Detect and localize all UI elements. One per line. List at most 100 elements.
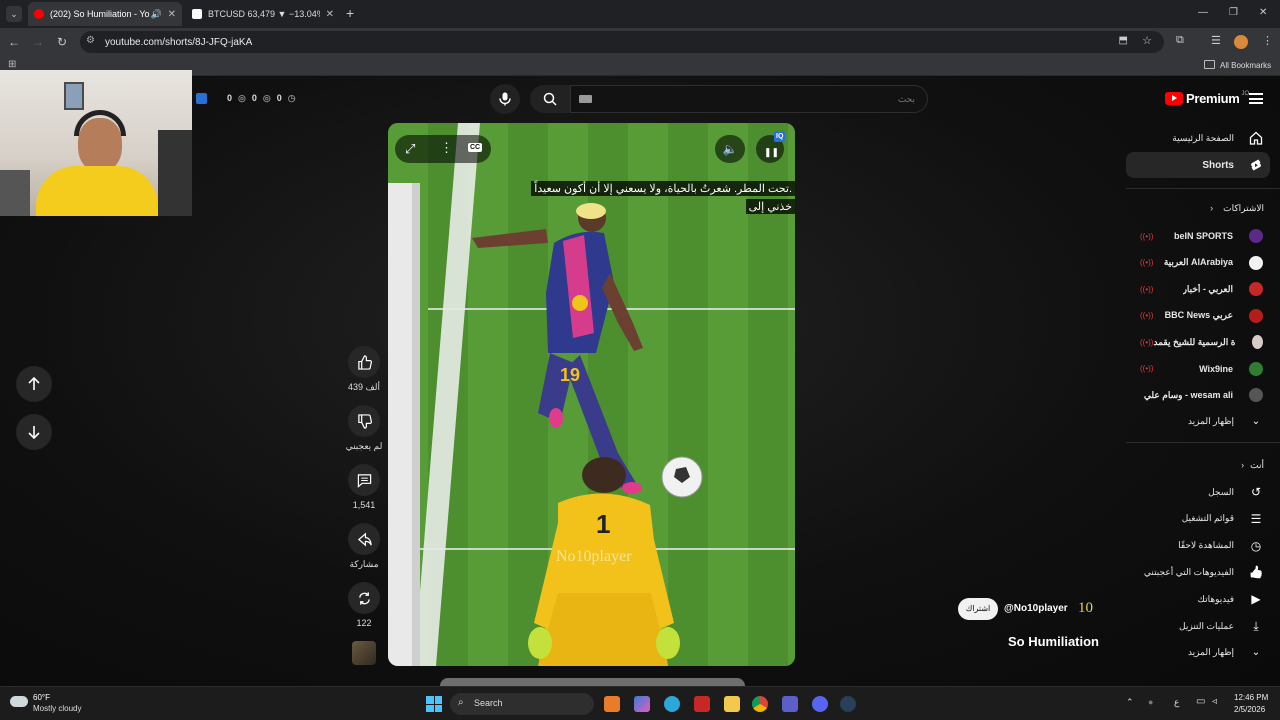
sidebar-subscription[interactable]: ((•)) beIN SPORTS — [1126, 224, 1280, 248]
tab-close-icon[interactable]: ✕ — [326, 9, 334, 20]
show-more-subscriptions[interactable]: إظهار المزيد ⌄ — [1126, 409, 1280, 433]
mic-tray-icon[interactable]: ● — [1148, 697, 1153, 707]
sidebar-you-item[interactable]: المشاهدة لاحقًا ◷ — [1126, 534, 1280, 558]
channel-badge[interactable]: 10 — [1078, 600, 1093, 617]
language-indicator[interactable]: ع — [1174, 697, 1179, 708]
sidebar-item-label: قوائم التشغيل — [1181, 513, 1234, 524]
clock-date[interactable]: 2/5/2026 — [1234, 705, 1265, 714]
extensions-icon[interactable]: ⧉ — [1176, 34, 1184, 47]
discord-icon[interactable] — [812, 696, 828, 712]
arrow-down-icon — [28, 426, 40, 439]
cc-button[interactable]: CC — [468, 143, 483, 152]
channel-name: العربية AlArabiya — [1163, 257, 1233, 267]
search-button[interactable] — [530, 85, 570, 113]
subscribe-button[interactable]: اشتراك — [958, 598, 998, 620]
sidebar-item-home[interactable]: الصفحة الرئيسية — [1126, 126, 1280, 150]
channel-avatar — [1249, 361, 1263, 376]
channel-handle[interactable]: @No10player — [1004, 603, 1068, 614]
remix-icon — [358, 591, 370, 605]
sidebar-subscription[interactable]: ((•)) العربي - أخبار — [1126, 277, 1280, 301]
browser-menu-icon[interactable]: ⋮ — [1262, 34, 1273, 47]
bookmark-star-icon[interactable]: ☆ — [1142, 34, 1152, 47]
sidebar-item-shorts[interactable]: Shorts — [1126, 152, 1270, 178]
subscriptions-header[interactable]: › الاشتراكات — [1126, 196, 1280, 220]
taskbar-search[interactable]: ⌕ Search — [450, 693, 594, 715]
apps-grid-icon[interactable]: ⊞ — [8, 59, 16, 70]
clock-time[interactable]: 12:46 PM — [1234, 693, 1268, 702]
search-icon: ⌕ — [458, 697, 464, 708]
sidebar-subscription[interactable]: ((•))القناة الرسمية للشيخ يقمد... — [1126, 330, 1280, 354]
youtube-premium-logo[interactable]: Premium JO — [1165, 91, 1249, 106]
steam-icon[interactable] — [840, 696, 856, 712]
omnibox[interactable]: ⚙ youtube.com/shorts/8J-JFQ-jaKA ⬒ ☆ — [80, 31, 1164, 53]
new-tab-button[interactable]: + — [346, 5, 354, 21]
hamburger-menu-icon[interactable] — [1249, 93, 1263, 104]
next-short-button[interactable] — [16, 414, 52, 450]
sidebar-subscription[interactable]: ((•)) Wix9ine — [1126, 357, 1280, 381]
iq-extension-badge[interactable]: IQ — [774, 131, 786, 142]
edge-icon[interactable] — [664, 696, 680, 712]
live-indicator-icon: ((•)) — [1140, 258, 1154, 267]
channel-name: BBC News عربي — [1164, 310, 1233, 320]
back-icon[interactable]: ← — [6, 34, 22, 50]
shorts-video-player[interactable]: 1 19 No10player ⤢ ⋮ CC 🔈 IQ ❚❚ تحت المطر… — [388, 123, 795, 666]
like-button[interactable] — [348, 346, 380, 378]
sidebar-you-item[interactable]: السجل ↺ — [1126, 480, 1280, 504]
close-window-button[interactable]: ✕ — [1259, 7, 1267, 18]
volume-tray-icon[interactable]: ◃ — [1212, 696, 1217, 707]
file-explorer-icon[interactable] — [724, 696, 740, 712]
sidebar-subscription[interactable]: ((•)) العربية AlArabiya — [1126, 251, 1280, 275]
sidebar-you-item[interactable]: عمليات التنزيل ⤓ — [1126, 614, 1280, 638]
network-icon[interactable]: ▭ — [1196, 696, 1205, 707]
clock-icon: ◷ — [1250, 538, 1262, 553]
tab-btc[interactable]: BTCUSD 63,479 ▼ −13.04% ab ✕ — [186, 2, 340, 26]
show-more-you[interactable]: إظهار المزيد ⌄ — [1126, 640, 1280, 664]
tab-audio-icon[interactable]: 🔊 — [151, 9, 162, 20]
previous-short-button[interactable] — [16, 366, 52, 402]
sidebar-subscription[interactable]: وسام علي - wesam ali — [1126, 383, 1280, 407]
more-options-icon[interactable]: ⋮ — [440, 140, 453, 156]
forward-icon[interactable]: → — [30, 34, 46, 50]
tab-close-icon[interactable]: ✕ — [168, 9, 176, 20]
live-indicator-icon: ((•)) — [1140, 364, 1154, 373]
profile-avatar[interactable] — [1234, 35, 1248, 49]
teams-icon[interactable] — [782, 696, 798, 712]
minimize-button[interactable]: — — [1198, 7, 1208, 18]
comments-button[interactable] — [348, 464, 380, 496]
copilot-icon[interactable] — [634, 696, 650, 712]
site-info-icon[interactable]: ⚙ — [86, 35, 95, 46]
sidebar-subscription[interactable]: ((•)) BBC News عربي — [1126, 304, 1280, 328]
volume-button[interactable]: 🔈 — [715, 135, 745, 163]
folder-icon — [1204, 60, 1215, 69]
mic-button[interactable] — [490, 84, 520, 114]
tab-search-icon[interactable]: ⌄ — [6, 6, 22, 22]
keyboard-icon[interactable] — [579, 95, 592, 103]
sidebar-you-item[interactable]: الفيديوهات التي أعجبتني 👍 — [1126, 560, 1280, 584]
tray-overflow-icon[interactable]: ⌃ — [1126, 697, 1134, 708]
chrome-icon[interactable] — [752, 696, 768, 712]
search-input[interactable]: بحث — [570, 85, 928, 113]
tab-youtube[interactable]: (202) So Humiliation - YouTube 🔊 ✕ — [28, 2, 182, 26]
share-button[interactable] — [348, 523, 380, 555]
start-button[interactable] — [426, 696, 442, 712]
maximize-button[interactable]: ❐ — [1229, 7, 1238, 18]
reading-list-icon[interactable]: ☰ — [1211, 34, 1221, 47]
like-icon: 👍 — [1248, 565, 1264, 580]
reload-icon[interactable]: ↻ — [54, 34, 70, 50]
sidebar-you-item[interactable]: فيديوهاتك ▶ — [1126, 587, 1280, 611]
you-header[interactable]: › أنت — [1126, 453, 1280, 477]
app-launcher-icon[interactable] — [604, 696, 620, 712]
fullscreen-icon[interactable]: ⤢ — [405, 141, 415, 157]
channel-name: beIN SPORTS — [1173, 231, 1233, 241]
sound-thumbnail[interactable] — [352, 641, 376, 665]
sidebar-item-label: فيديوهاتك — [1197, 593, 1234, 604]
sidebar-item-label: Shorts — [1202, 159, 1234, 171]
install-icon[interactable]: ⬒ — [1119, 35, 1128, 46]
share-label: مشاركة — [349, 559, 379, 569]
show-more-label: إظهار المزيد — [1187, 646, 1234, 657]
remix-button[interactable] — [348, 582, 380, 614]
dislike-button[interactable] — [348, 405, 380, 437]
all-bookmarks[interactable]: All Bookmarks — [1220, 61, 1271, 70]
app-red-icon[interactable] — [694, 696, 710, 712]
sidebar-you-item[interactable]: قوائم التشغيل ☰ — [1126, 507, 1280, 531]
